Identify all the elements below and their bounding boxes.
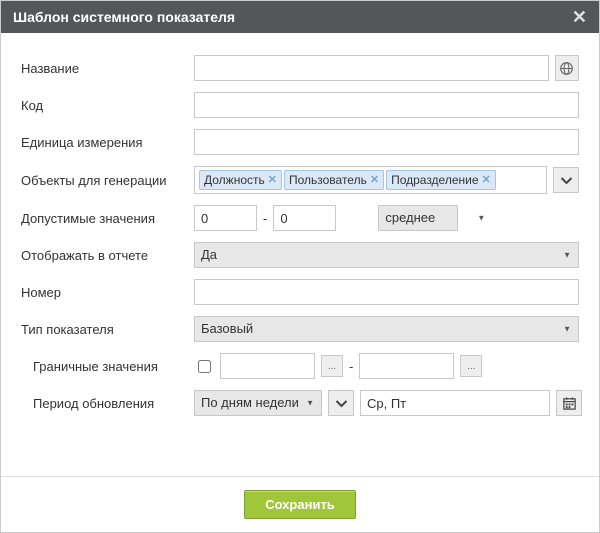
- dash-sep-2: -: [349, 359, 353, 374]
- number-input[interactable]: [194, 279, 579, 305]
- allowed-min-input[interactable]: [194, 205, 257, 231]
- tag-remove-icon[interactable]: ✕: [268, 172, 277, 188]
- indicator-type-select[interactable]: Базовый: [194, 316, 579, 342]
- calendar-button[interactable]: [556, 390, 582, 416]
- tag-label: Подразделение: [391, 172, 478, 188]
- row-boundary: Граничные значения -: [33, 353, 579, 379]
- tag-item: Должность✕: [199, 170, 282, 190]
- boundary-checkbox[interactable]: [198, 360, 211, 373]
- dialog-body: Название Код Единица измерения Объек: [1, 33, 599, 476]
- dialog-footer: Сохранить: [1, 476, 599, 532]
- calendar-icon: [562, 396, 577, 411]
- label-code: Код: [21, 98, 194, 113]
- boundary-low-picker[interactable]: [321, 355, 343, 377]
- allowed-max-input[interactable]: [273, 205, 336, 231]
- row-indicator-type: Тип показателя Базовый: [21, 316, 579, 342]
- tag-remove-icon[interactable]: ✕: [482, 172, 491, 188]
- globe-button[interactable]: [555, 55, 579, 81]
- row-name: Название: [21, 55, 579, 81]
- label-update-period: Период обновления: [33, 396, 194, 411]
- label-name: Название: [21, 61, 194, 76]
- row-show-report: Отображать в отчете Да: [21, 242, 579, 268]
- close-icon[interactable]: ✕: [572, 8, 587, 26]
- show-report-select[interactable]: Да: [194, 242, 579, 268]
- globe-icon: [559, 61, 574, 76]
- dash-sep-1: -: [263, 211, 267, 226]
- tag-label: Должность: [204, 172, 265, 188]
- period-days-input[interactable]: [360, 390, 550, 416]
- gen-objects-dropdown-button[interactable]: [553, 167, 579, 193]
- label-boundary: Граничные значения: [33, 359, 194, 374]
- chevron-down-icon: [559, 173, 574, 188]
- row-unit: Единица измерения: [21, 129, 579, 155]
- period-mode-select[interactable]: По дням недели: [194, 390, 322, 416]
- row-update-period: Период обновления По дням недели: [33, 390, 579, 416]
- name-input[interactable]: [194, 55, 549, 81]
- gen-objects-tagbox[interactable]: Должность✕Пользователь✕Подразделение✕: [194, 166, 547, 194]
- code-input[interactable]: [194, 92, 579, 118]
- row-code: Код: [21, 92, 579, 118]
- tag-remove-icon[interactable]: ✕: [370, 172, 379, 188]
- label-indicator-type: Тип показателя: [21, 322, 194, 337]
- chevron-down-icon: [334, 396, 349, 411]
- row-gen-objects: Объекты для генерации Должность✕Пользова…: [21, 166, 579, 194]
- period-mode-dropdown-button[interactable]: [328, 390, 354, 416]
- save-button[interactable]: Сохранить: [244, 490, 356, 519]
- label-allowed: Допустимые значения: [21, 211, 194, 226]
- unit-input[interactable]: [194, 129, 579, 155]
- row-allowed: Допустимые значения - среднее: [21, 205, 579, 231]
- label-show-report: Отображать в отчете: [21, 248, 194, 263]
- label-unit: Единица измерения: [21, 135, 194, 150]
- aggregation-select[interactable]: среднее: [378, 205, 458, 231]
- boundary-high-input[interactable]: [359, 353, 454, 379]
- row-number: Номер: [21, 279, 579, 305]
- boundary-high-picker[interactable]: [460, 355, 482, 377]
- label-gen-objects: Объекты для генерации: [21, 173, 194, 188]
- tag-label: Пользователь: [289, 172, 367, 188]
- tag-item: Пользователь✕: [284, 170, 384, 190]
- titlebar: Шаблон системного показателя ✕: [1, 1, 599, 33]
- dialog-title: Шаблон системного показателя: [13, 9, 235, 25]
- tag-item: Подразделение✕: [386, 170, 496, 190]
- label-number: Номер: [21, 285, 194, 300]
- boundary-low-input[interactable]: [220, 353, 315, 379]
- dialog: Шаблон системного показателя ✕ Название …: [0, 0, 600, 533]
